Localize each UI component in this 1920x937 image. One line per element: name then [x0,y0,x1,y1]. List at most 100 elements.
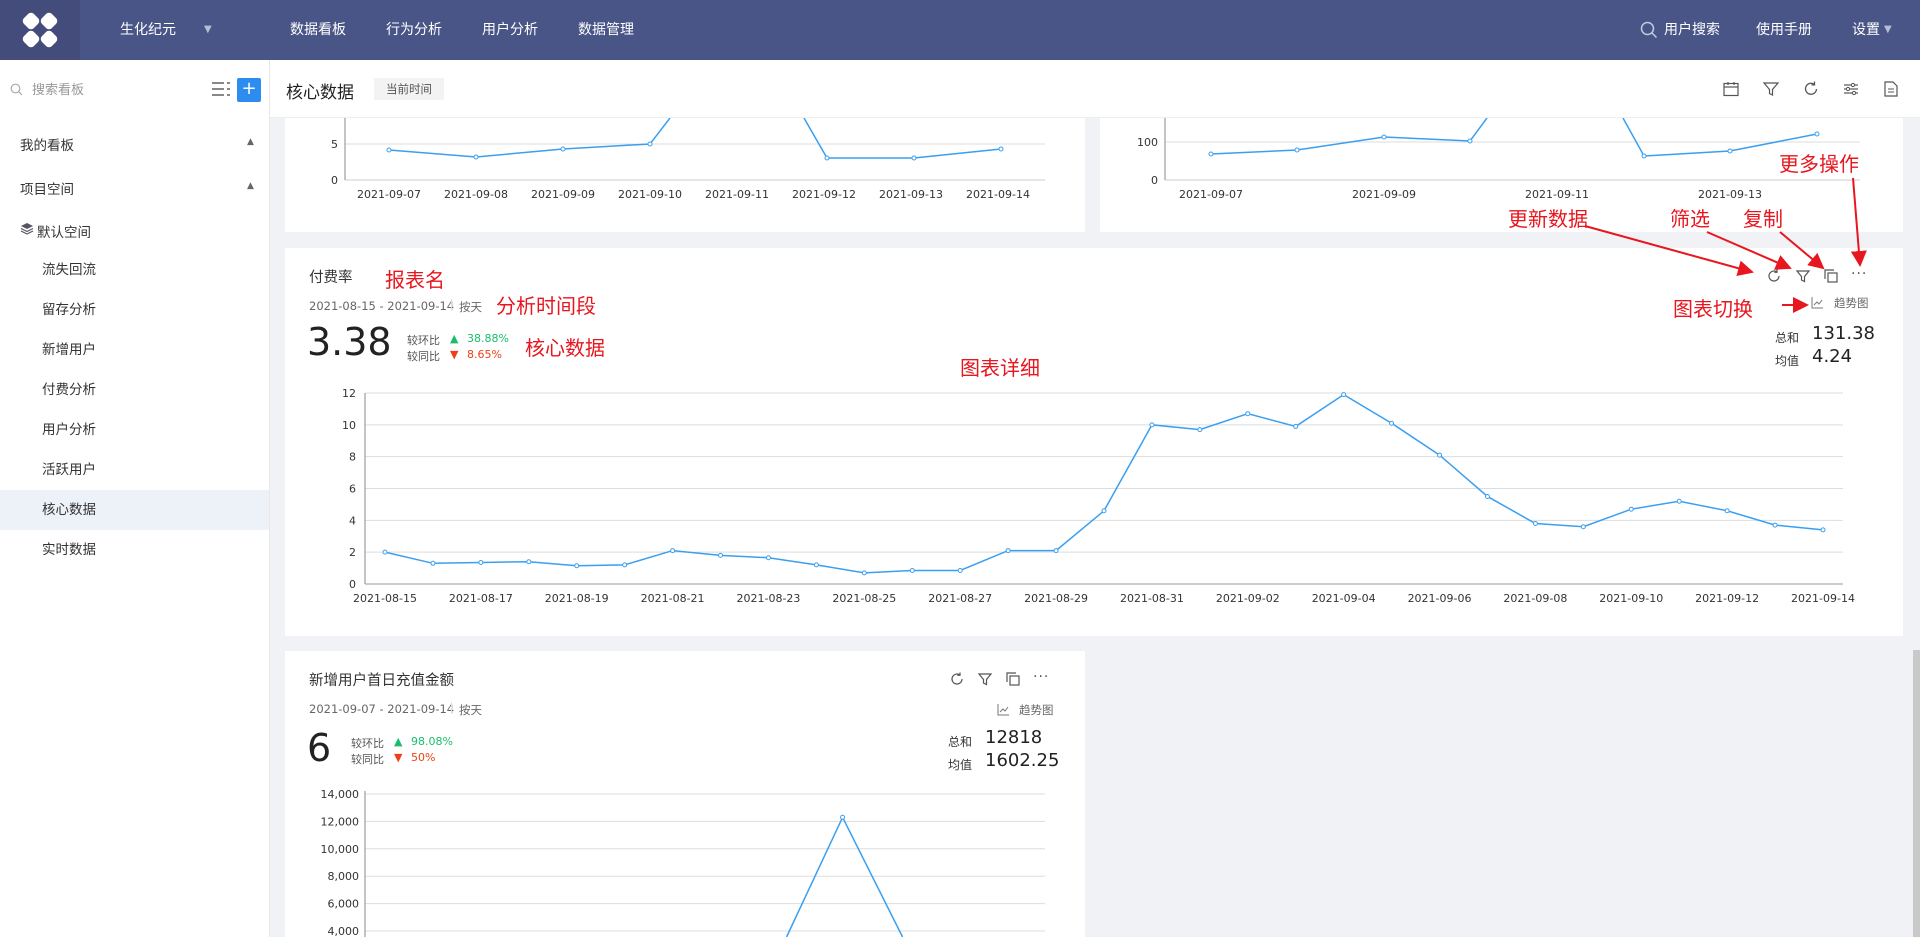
caret-down-icon[interactable]: ▼ [204,0,212,60]
caret-down-icon[interactable]: ▼ [1884,0,1892,60]
sidebar-item-user-analysis[interactable]: 用户分析 [0,410,269,450]
sidebar-item-payment[interactable]: 付费分析 [0,370,269,410]
series-line [785,815,904,937]
x-tick-label: 2021-08-17 [449,592,513,605]
series-line [1210,117,1488,155]
y-tick-label: 12,000 [321,815,360,828]
x-tick-label: 2021-09-08 [444,188,508,201]
project-space-group[interactable]: 项目空间 [20,178,74,198]
data-point [1532,521,1538,527]
y-tick-label: 0 [1151,174,1158,187]
time-tag[interactable]: 当前时间 [374,78,444,100]
sidebar-item-retention[interactable]: 留存分析 [0,290,269,330]
data-point [911,155,917,161]
data-point [1484,493,1490,499]
x-tick-label: 2021-09-13 [1698,188,1762,201]
y-tick-label: 12 [342,387,356,400]
x-tick-label: 2021-09-06 [1408,592,1472,605]
data-point [1293,423,1299,429]
nav-user-analysis[interactable]: 用户分析 [482,0,538,60]
x-tick-label: 2021-09-13 [879,188,943,201]
data-point [1197,427,1203,433]
sidebar-item-churn-return[interactable]: 流失回流 [0,250,269,290]
data-point [622,562,628,568]
nav-data-management[interactable]: 数据管理 [578,0,634,60]
annotation-core-data: 核心数据 [525,336,605,360]
y-tick-label: 8 [349,451,356,464]
x-tick-label: 2021-09-14 [966,188,1030,201]
calendar-icon[interactable] [1722,80,1740,98]
settings-menu[interactable]: 设置 [1852,0,1880,60]
x-tick-label: 2021-08-29 [1024,592,1088,605]
data-point [1053,548,1059,554]
x-tick-label: 2021-08-27 [928,592,992,605]
page-scrollbar[interactable] [1913,650,1920,937]
y-tick-label: 4,000 [328,925,360,937]
add-board-button[interactable]: + [237,78,261,102]
project-selector[interactable]: 生化纪元 [120,0,176,60]
x-tick-label: 2021-09-07 [357,188,421,201]
report-icon[interactable] [1882,80,1900,98]
data-point [386,147,392,153]
caret-up-icon[interactable]: ▲ [247,181,254,191]
data-point [430,560,436,566]
sidebar-item-realtime[interactable]: 实时数据 [0,530,269,570]
board-search-input[interactable] [32,79,192,101]
search-icon[interactable] [1640,21,1658,39]
data-point [526,559,532,565]
data-point [1727,148,1733,154]
y-tick-label: 6 [349,483,356,496]
x-tick-label: 2021-09-11 [1525,188,1589,201]
y-tick-label: 2 [349,546,356,559]
user-search-link[interactable]: 用户搜索 [1664,0,1720,60]
x-tick-label: 2021-08-31 [1120,592,1184,605]
y-tick-label: 6,000 [328,898,360,911]
recharge-line-chart: 4,000 6,000 8,000 10,000 12,000 14,000 [321,788,1045,937]
default-space-group[interactable]: 默认空间 [37,221,91,241]
nav-dashboard[interactable]: 数据看板 [290,0,346,60]
sidebar-item-core-data[interactable]: 核心数据 [0,490,269,530]
x-tick-label: 2021-09-04 [1312,592,1376,605]
annotation-filter: 筛选 [1670,207,1710,231]
sidebar-item-new-users[interactable]: 新增用户 [0,330,269,370]
x-tick-label: 2021-09-09 [531,188,595,201]
data-point [957,567,963,573]
y-tick-label: 14,000 [321,788,360,801]
data-point [1294,147,1300,153]
x-tick-label: 2021-09-10 [618,188,682,201]
annotation-chart-switch: 图表切换 [1673,297,1753,321]
data-point [840,814,846,820]
sidebar-item-active-users[interactable]: 活跃用户 [0,450,269,490]
top-nav-bar: 生化纪元 ▼ 数据看板 行为分析 用户分析 数据管理 用户搜索 使用手册 设置 … [0,0,1920,60]
y-tick-label: 8,000 [328,870,360,883]
data-point [1149,422,1155,428]
y-tick-label: 5 [331,138,338,151]
series-line [388,117,671,158]
data-point [1437,452,1443,458]
annotation-more: 更多操作 [1779,152,1859,176]
data-point [1005,548,1011,554]
data-point [1341,392,1347,398]
sidebar: + 我的看板 ▲ 项目空间 ▲ 默认空间 流失回流 留存分析 新增用户 付费分析… [0,60,270,937]
x-tick-label: 2021-08-15 [353,592,417,605]
x-tick-label: 2021-08-23 [736,592,800,605]
x-tick-label: 2021-09-10 [1599,592,1663,605]
manual-link[interactable]: 使用手册 [1756,0,1812,60]
filter-icon[interactable] [1762,80,1780,98]
y-tick-label: 10,000 [321,843,360,856]
y-tick-label: 4 [349,514,356,527]
x-tick-label: 2021-08-19 [545,592,609,605]
x-tick-label: 2021-09-07 [1179,188,1243,201]
y-tick-label: 10 [342,419,356,432]
series-line [803,117,1002,159]
data-point [574,563,580,569]
nav-behavior-analysis[interactable]: 行为分析 [386,0,442,60]
settings-sliders-icon[interactable] [1842,80,1860,98]
data-point [861,570,867,576]
app-logo[interactable] [0,0,80,60]
refresh-icon[interactable] [1802,80,1820,98]
y-tick-label: 0 [349,578,356,591]
caret-up-icon[interactable]: ▲ [247,137,254,147]
list-toggle-icon[interactable] [210,78,232,100]
my-boards-group[interactable]: 我的看板 [20,134,74,154]
